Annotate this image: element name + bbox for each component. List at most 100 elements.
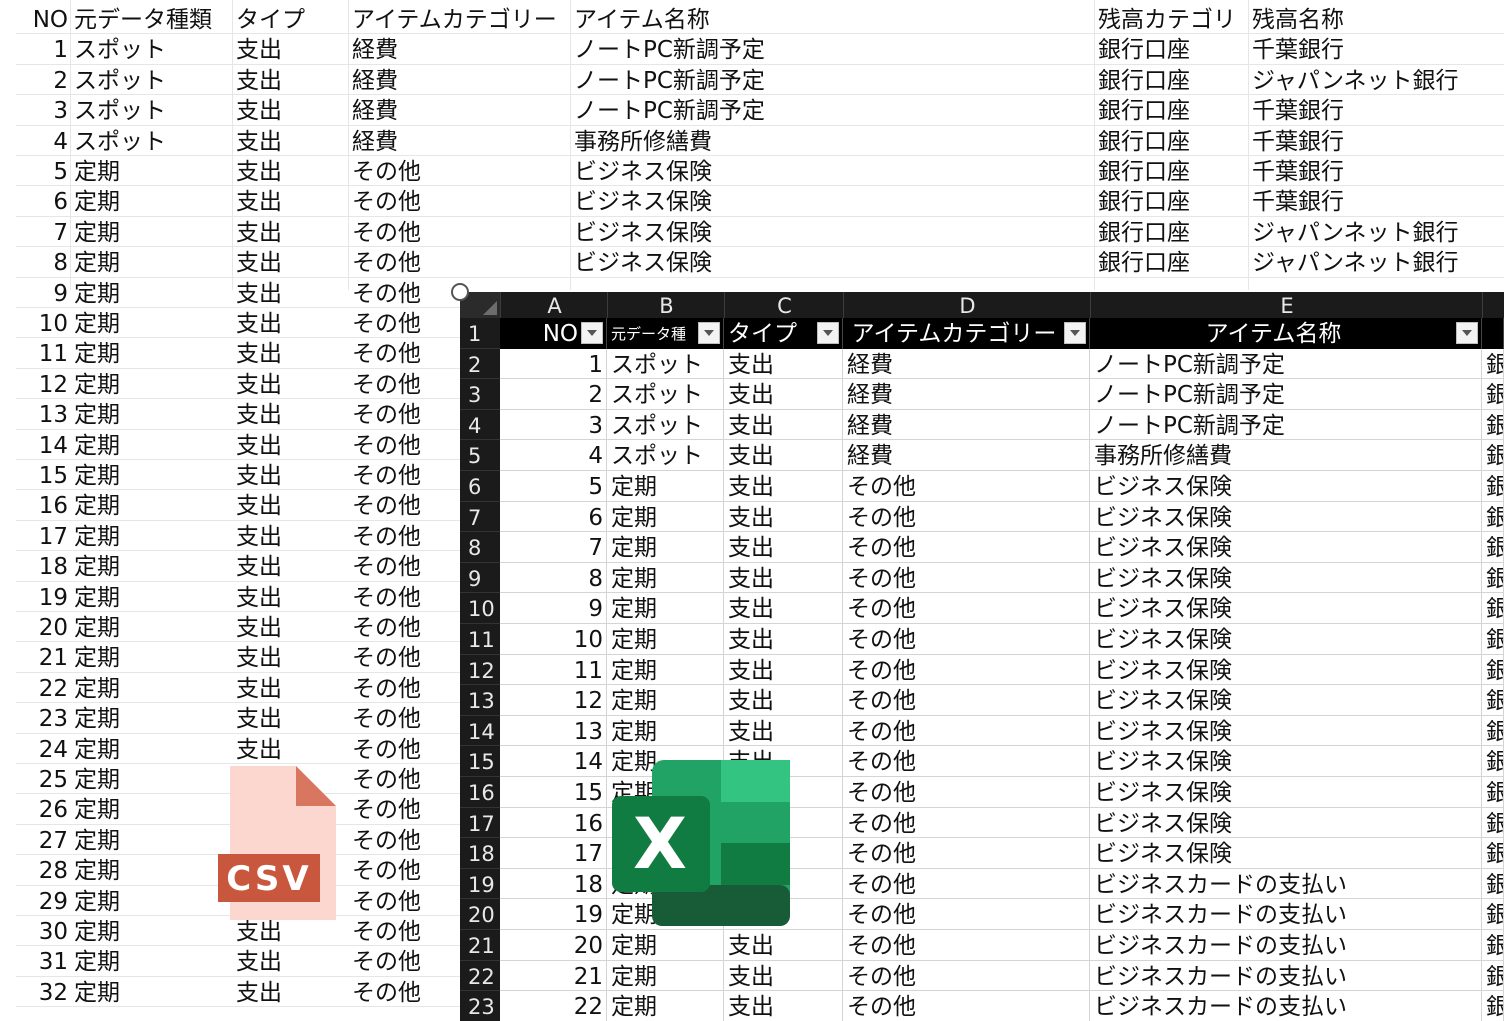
cell-item-category[interactable]: その他 [843,838,1090,869]
cell-item-category[interactable]: その他 [843,868,1090,900]
row-number[interactable]: 9 [460,563,500,594]
cell-clipped[interactable]: 銀 [1482,868,1504,900]
filter-dropdown-button[interactable] [1064,322,1086,344]
cell-type[interactable]: 支出 [724,654,843,686]
cell-item-category[interactable]: その他 [843,471,1090,502]
cell-item-name[interactable]: ビジネスカードの支払い [1090,991,1482,1021]
row-number[interactable]: 10 [460,593,500,624]
cell-item-name[interactable]: ビジネス保険 [1090,777,1482,808]
resize-handle[interactable] [451,283,469,301]
row-number[interactable]: 2 [460,349,500,380]
cell-no[interactable]: 7 [500,532,607,563]
filter-dropdown-button[interactable] [1456,322,1478,344]
cell-item-name[interactable]: ビジネスカードの支払い [1090,899,1482,930]
cell-clipped[interactable]: 銀 [1482,562,1504,594]
cell-source-type[interactable]: 定期 [607,960,724,992]
cell-source-type[interactable]: スポット [607,348,724,380]
row-number[interactable]: 8 [460,532,500,563]
cell-clipped[interactable]: 銀 [1482,746,1504,777]
cell-source-type[interactable]: 定期 [607,562,724,594]
row-number[interactable]: 15 [460,746,500,777]
cell-source-type[interactable]: スポット [607,409,724,441]
row-number[interactable]: 1 [460,318,500,349]
cell-item-name[interactable]: ビジネス保険 [1090,838,1482,869]
cell-item-name[interactable]: ビジネス保険 [1090,685,1482,716]
cell-no[interactable]: 21 [500,960,607,992]
row-number[interactable]: 23 [460,991,500,1021]
cell-type[interactable]: 支出 [724,501,843,533]
cell-clipped[interactable]: 銀 [1482,960,1504,992]
cell-source-type[interactable]: 定期 [607,624,724,655]
cell-no[interactable]: 17 [500,838,607,869]
cell-type[interactable]: 支出 [724,379,843,410]
cell-item-name[interactable]: ビジネス保険 [1090,562,1482,594]
row-number[interactable]: 6 [460,471,500,502]
column-letter-a[interactable]: A [500,292,608,318]
cell-item-category[interactable]: その他 [843,562,1090,594]
cell-item-category[interactable]: その他 [843,746,1090,777]
cell-no[interactable]: 13 [500,715,607,747]
row-number[interactable]: 12 [460,655,500,686]
cell-item-name[interactable]: ビジネス保険 [1090,807,1482,839]
cell-no[interactable]: 10 [500,624,607,655]
column-letter-c[interactable]: C [724,292,844,318]
cell-type[interactable]: 支出 [724,624,843,655]
cell-no[interactable]: 18 [500,868,607,900]
cell-clipped[interactable]: 銀 [1482,532,1504,563]
cell-no[interactable]: 14 [500,746,607,777]
cell-item-name[interactable]: ビジネスカードの支払い [1090,960,1482,992]
row-number[interactable]: 22 [460,961,500,992]
cell-clipped[interactable]: 銀 [1482,409,1504,441]
row-number[interactable]: 5 [460,440,500,471]
cell-item-category[interactable]: その他 [843,899,1090,930]
cell-clipped[interactable]: 銀 [1482,593,1504,624]
cell-clipped[interactable]: 銀 [1482,348,1504,380]
cell-item-name[interactable]: 事務所修繕費 [1090,440,1482,471]
cell-item-category[interactable]: 経費 [843,379,1090,410]
cell-item-category[interactable]: その他 [843,593,1090,624]
cell-item-name[interactable]: ノートPC新調予定 [1090,348,1482,380]
cell-clipped[interactable]: 銀 [1482,440,1504,471]
cell-no[interactable]: 9 [500,593,607,624]
cell-type[interactable]: 支出 [724,960,843,992]
cell-item-name[interactable]: ビジネス保険 [1090,532,1482,563]
cell-item-category[interactable]: その他 [843,654,1090,686]
cell-item-name[interactable]: ノートPC新調予定 [1090,409,1482,441]
cell-clipped[interactable]: 銀 [1482,379,1504,410]
cell-item-name[interactable]: ビジネス保険 [1090,624,1482,655]
cell-no[interactable]: 11 [500,654,607,686]
cell-no[interactable]: 12 [500,685,607,716]
cell-item-category[interactable]: 経費 [843,409,1090,441]
cell-source-type[interactable]: スポット [607,379,724,410]
cell-item-name[interactable]: ビジネス保険 [1090,715,1482,747]
filter-dropdown-button[interactable] [581,322,603,344]
row-number[interactable]: 17 [460,808,500,839]
cell-no[interactable]: 1 [500,348,607,380]
cell-clipped[interactable]: 銀 [1482,654,1504,686]
row-number[interactable]: 13 [460,685,500,716]
cell-type[interactable]: 支出 [724,409,843,441]
cell-clipped[interactable]: 銀 [1482,899,1504,930]
cell-clipped[interactable]: 銀 [1482,715,1504,747]
cell-type[interactable]: 支出 [724,440,843,471]
cell-no[interactable]: 15 [500,777,607,808]
cell-clipped[interactable]: 銀 [1482,624,1504,655]
cell-clipped[interactable]: 銀 [1482,930,1504,961]
cell-type[interactable]: 支出 [724,593,843,624]
cell-item-category[interactable]: その他 [843,991,1090,1021]
cell-type[interactable]: 支出 [724,471,843,502]
cell-item-name[interactable]: ビジネス保険 [1090,746,1482,777]
cell-source-type[interactable]: スポット [607,440,724,471]
cell-source-type[interactable]: 定期 [607,991,724,1021]
cell-type[interactable]: 支出 [724,991,843,1021]
filter-dropdown-button[interactable] [698,322,720,344]
cell-type[interactable]: 支出 [724,930,843,961]
cell-clipped[interactable]: 銀 [1482,991,1504,1021]
cell-no[interactable]: 2 [500,379,607,410]
row-number[interactable]: 7 [460,502,500,533]
row-number[interactable]: 20 [460,899,500,930]
cell-no[interactable]: 16 [500,807,607,839]
cell-clipped[interactable]: 銀 [1482,685,1504,716]
cell-source-type[interactable]: 定期 [607,685,724,716]
cell-source-type[interactable]: 定期 [607,593,724,624]
